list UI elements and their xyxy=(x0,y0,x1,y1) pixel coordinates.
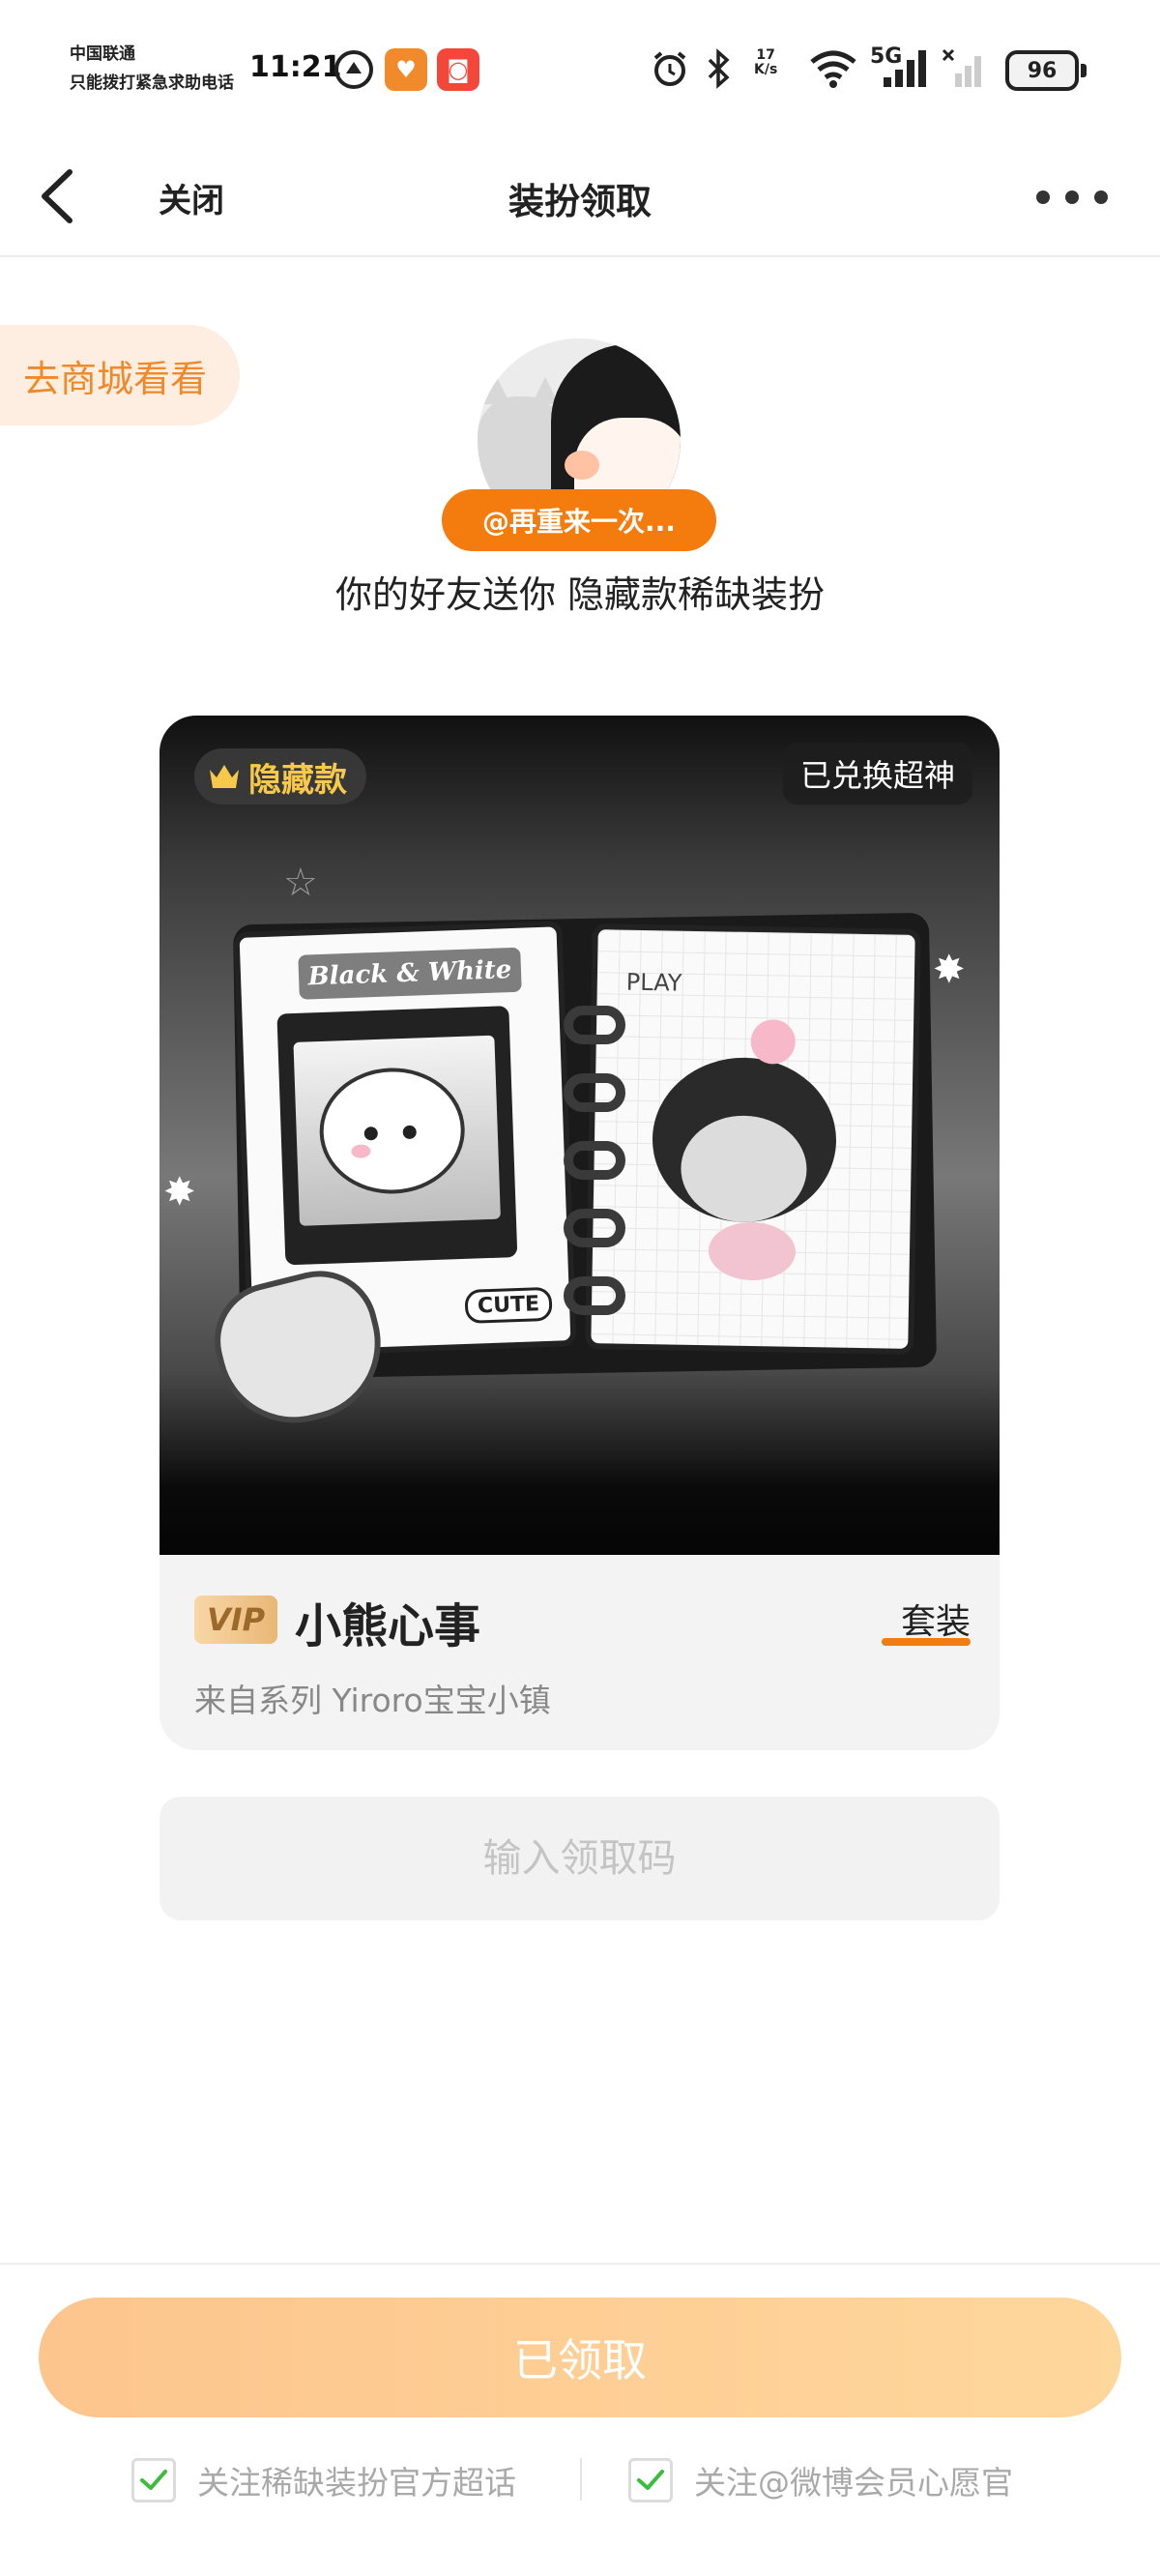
carrier-info: 中国联通 只能拨打紧急求助电话 xyxy=(70,41,234,99)
follow-option-label: 关注稀缺装扮官方超话 xyxy=(197,2464,516,2502)
play-label: PLAY xyxy=(625,968,682,997)
wifi-icon xyxy=(808,48,858,89)
battery-indicator: 96 xyxy=(1005,50,1087,91)
follow-option-2[interactable]: 关注@微博会员心愿官 xyxy=(628,2456,1013,2504)
avatar-cheek-shape xyxy=(565,451,599,480)
signal-strength-icon xyxy=(882,48,930,89)
more-options-button[interactable] xyxy=(1036,178,1108,217)
star-icon: ☆ xyxy=(283,861,318,905)
video-app-icon: ◙ xyxy=(437,48,479,91)
photo-frame xyxy=(276,1006,518,1266)
more-dot-icon xyxy=(1094,190,1108,204)
claim-code-input[interactable] xyxy=(160,1797,1000,1920)
crown-icon xyxy=(208,762,241,791)
gift-card[interactable]: Black & White CUTE PLAY ✸ ✸ ☆ 隐藏款 已兑换超神 … xyxy=(160,716,1000,1750)
check-icon xyxy=(637,2470,664,2490)
sender-name-tag[interactable]: @再重来一次... xyxy=(442,489,716,551)
page-title: 装扮领取 xyxy=(508,181,652,222)
alarm-icon xyxy=(650,48,690,89)
follow-option-1[interactable]: 关注稀缺装扮官方超话 xyxy=(131,2456,516,2504)
claim-button[interactable]: 已领取 xyxy=(39,2298,1121,2417)
more-dot-icon xyxy=(1065,190,1079,204)
white-bear-illustration xyxy=(317,1065,467,1197)
item-info: VIP 小熊心事 套装 来自系列 Yiroro宝宝小镇 xyxy=(160,1555,1000,1750)
notebook-title: Black & White xyxy=(298,947,522,1000)
carrier-name: 中国联通 xyxy=(70,44,135,64)
check-icon xyxy=(140,2470,167,2490)
binder-ring xyxy=(564,1006,625,1044)
checkbox[interactable] xyxy=(628,2458,673,2503)
gift-message: 你的好友送你 隐藏款稀缺装扮 xyxy=(334,573,826,616)
vip-badge: VIP xyxy=(194,1595,277,1644)
bottom-divider xyxy=(0,2263,1160,2265)
sparkle-icon: ✸ xyxy=(933,948,966,992)
checkbox[interactable] xyxy=(131,2458,176,2503)
item-preview-image: Black & White CUTE PLAY ✸ ✸ ☆ 隐藏款 已兑换超神 xyxy=(160,716,1000,1555)
more-dot-icon xyxy=(1036,190,1050,204)
notebook-right-page: PLAY xyxy=(585,923,921,1355)
bluetooth-icon xyxy=(704,48,733,89)
cute-bubble: CUTE xyxy=(464,1286,553,1324)
bear-body xyxy=(708,1221,797,1281)
hidden-edition-label: 隐藏款 xyxy=(248,760,347,800)
heart-app-icon: ♥ xyxy=(385,48,427,91)
nav-bar: 关闭 装扮领取 xyxy=(0,135,1160,257)
photo-inner xyxy=(293,1035,501,1226)
no-signal-icon xyxy=(942,48,990,89)
leaf-icon xyxy=(333,48,375,91)
hidden-edition-badge: 隐藏款 xyxy=(194,748,366,805)
follow-option-label: 关注@微博会员心愿官 xyxy=(694,2464,1013,2502)
binder-ring xyxy=(564,1276,625,1315)
item-name: 小熊心事 xyxy=(295,1599,481,1654)
net-speed-unit: K/s xyxy=(754,62,778,78)
exchange-status-tag: 已兑换超神 xyxy=(782,743,972,805)
status-bar: 中国联通 只能拨打紧急求助电话 11:21 ♥ ◙ 17 K/s 5G 96 xyxy=(0,0,1160,135)
go-to-shop-button[interactable]: 去商城看看 xyxy=(0,325,240,425)
net-speed-value: 17 xyxy=(756,47,775,63)
net-speed: 17 K/s xyxy=(754,47,778,78)
item-type-label: 套装 xyxy=(900,1602,971,1642)
sparkle-icon: ✸ xyxy=(163,1170,196,1215)
emergency-text: 只能拨打紧急求助电话 xyxy=(70,73,234,93)
pink-apple xyxy=(750,1018,797,1065)
option-separator xyxy=(580,2458,582,2501)
clock: 11:21 xyxy=(249,50,342,84)
binder-ring xyxy=(564,1141,625,1180)
series-text: 来自系列 Yiroro宝宝小镇 xyxy=(194,1682,551,1719)
binder-ring xyxy=(564,1073,625,1112)
binder-ring xyxy=(564,1209,625,1247)
item-type-underline xyxy=(882,1638,971,1646)
